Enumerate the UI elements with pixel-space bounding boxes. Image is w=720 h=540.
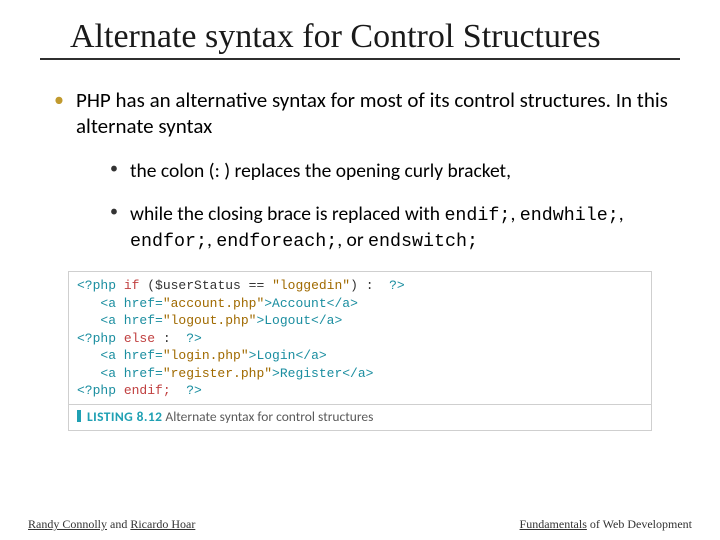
kw-endforeach: endforeach; bbox=[216, 231, 337, 252]
href-logout: "logout.php" bbox=[163, 313, 257, 328]
sep1: , bbox=[510, 202, 519, 226]
subpoint-end-keywords: while the closing brace is replaced with… bbox=[102, 202, 680, 253]
kw-else: else bbox=[124, 331, 155, 346]
href-account: "account.php" bbox=[163, 296, 264, 311]
footer-book: Fundamentals of Web Development bbox=[520, 517, 692, 532]
listing-caption: Alternate syntax for control structures bbox=[162, 408, 373, 425]
kw-endfor: endfor; bbox=[130, 231, 207, 252]
book-word-1: Fundamentals bbox=[520, 517, 587, 531]
slide-footer: Randy Connolly and Ricardo Hoar Fundamen… bbox=[0, 517, 720, 532]
kw-if: if bbox=[124, 278, 140, 293]
sep3: , bbox=[207, 228, 216, 252]
listing-caption-row: LISTING 8.12 Alternate syntax for contro… bbox=[69, 404, 651, 430]
href-register: "register.php" bbox=[163, 366, 272, 381]
php-close-3: ?> bbox=[186, 383, 202, 398]
php-open-1: <?php bbox=[77, 278, 124, 293]
listing-label: LISTING 8.12 bbox=[87, 408, 162, 425]
php-open-3: <?php bbox=[77, 383, 124, 398]
a-open-4: <a href= bbox=[77, 366, 163, 381]
php-close-1: ?> bbox=[389, 278, 405, 293]
subpoint-colon-text: the colon (: ) replaces the opening curl… bbox=[130, 159, 511, 183]
author-2: Ricardo Hoar bbox=[130, 517, 195, 531]
kw-endwhile: endwhile; bbox=[520, 205, 619, 226]
a-open-3: <a href= bbox=[77, 348, 163, 363]
kw-endif-code: endif; bbox=[124, 383, 171, 398]
caption-bar-icon bbox=[77, 410, 81, 422]
code-listing: <?php if ($userStatus == "loggedin") : ?… bbox=[68, 271, 652, 431]
a-close-3: >Login</a> bbox=[249, 348, 327, 363]
kw-endswitch: endswitch; bbox=[368, 231, 478, 252]
author-sep: and bbox=[107, 517, 130, 531]
colon-1: ) : bbox=[350, 278, 389, 293]
slide-title: Alternate syntax for Control Structures bbox=[40, 12, 680, 60]
var-userstatus: $userStatus bbox=[155, 278, 241, 293]
php-open-2: <?php bbox=[77, 331, 124, 346]
sep4: , or bbox=[337, 228, 368, 252]
a-close-1: >Account</a> bbox=[264, 296, 358, 311]
kw-endif: endif; bbox=[444, 205, 510, 226]
bullet-main-text: PHP has an alternative syntax for most o… bbox=[76, 87, 668, 139]
sep2: , bbox=[619, 202, 624, 226]
href-login: "login.php" bbox=[163, 348, 249, 363]
op-eq: == bbox=[241, 278, 272, 293]
paren-open: ( bbox=[139, 278, 155, 293]
bullet-main: PHP has an alternative syntax for most o… bbox=[46, 88, 680, 253]
a-open-1: <a href= bbox=[77, 296, 163, 311]
colon-2: : bbox=[155, 331, 186, 346]
php-close-2: ?> bbox=[186, 331, 202, 346]
code-block: <?php if ($userStatus == "loggedin") : ?… bbox=[69, 272, 651, 404]
author-1: Randy Connolly bbox=[28, 517, 107, 531]
space bbox=[171, 383, 187, 398]
a-close-4: >Register</a> bbox=[272, 366, 373, 381]
a-open-2: <a href= bbox=[77, 313, 163, 328]
footer-authors: Randy Connolly and Ricardo Hoar bbox=[28, 517, 195, 532]
book-rest: of Web Development bbox=[587, 517, 692, 531]
subpoint-colon: the colon (: ) replaces the opening curl… bbox=[102, 159, 680, 184]
str-loggedin: "loggedin" bbox=[272, 278, 350, 293]
sub2-lead: while the closing brace is replaced with bbox=[130, 202, 444, 226]
a-close-2: >Logout</a> bbox=[256, 313, 342, 328]
